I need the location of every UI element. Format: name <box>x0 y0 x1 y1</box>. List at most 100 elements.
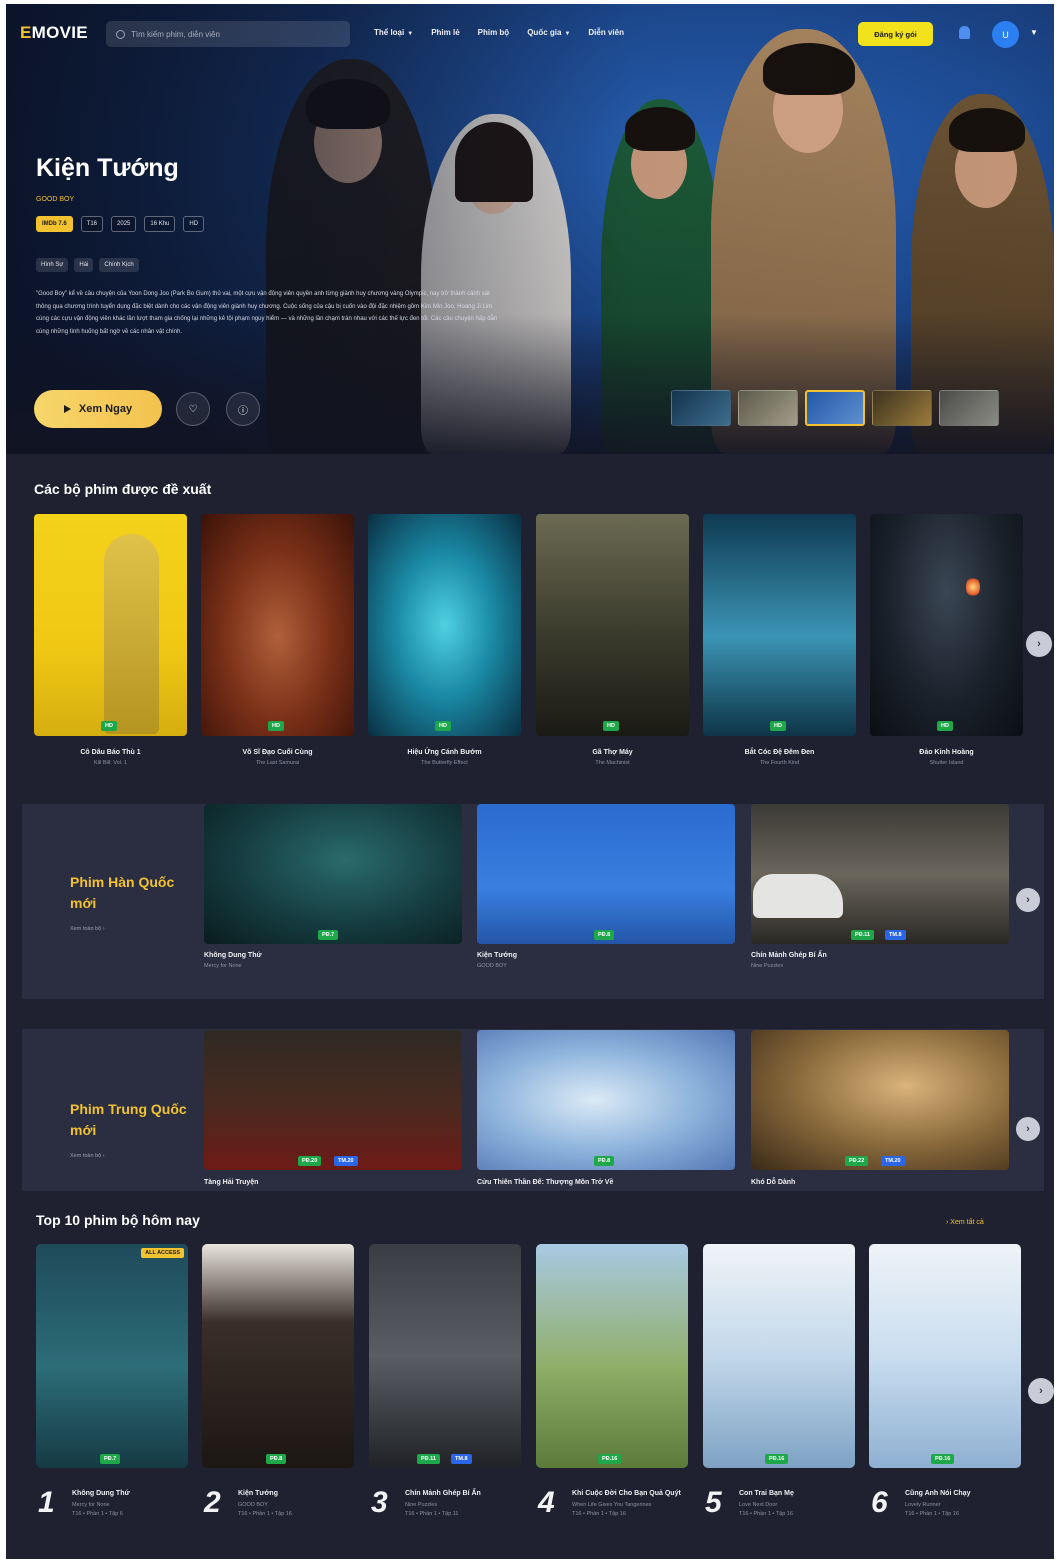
movie-title[interactable]: Cô Dâu Báo Thù 1 <box>34 749 187 756</box>
chevron-right-icon: › <box>1026 1123 1030 1135</box>
register-plan-button[interactable]: Đăng ký gói <box>858 22 933 46</box>
movie-original-title: GOOD BOY <box>238 1502 268 1508</box>
hero-thumbnail[interactable] <box>738 390 798 426</box>
movie-meta: T16 • Phần 1 • Tập 16 <box>572 1511 626 1517</box>
hero-thumbnail-active[interactable] <box>805 390 865 426</box>
episode-badge: PĐ.16 <box>598 1454 622 1464</box>
menu-movies[interactable]: Phim lẻ <box>431 28 459 37</box>
movie-title[interactable]: Hiệu Ứng Cánh Bướm <box>368 749 521 756</box>
movie-poster[interactable]: HD <box>201 514 354 736</box>
movie-title[interactable]: Đảo Kinh Hoàng <box>870 749 1023 756</box>
movie-title[interactable]: Không Dung Thứ <box>204 952 462 959</box>
user-avatar[interactable]: U <box>992 21 1019 48</box>
movie-title[interactable]: Cửu Thiên Thần Đế: Thượng Môn Trở Về <box>477 1179 735 1186</box>
episode-badge: PĐ.8 <box>594 930 615 940</box>
movie-title[interactable]: Kiện Tướng <box>477 952 735 959</box>
carousel-next-button[interactable]: › <box>1028 1378 1054 1404</box>
movie-title[interactable]: Khi Cuộc Đời Cho Bạn Quả Quýt <box>572 1488 692 1499</box>
movie-poster[interactable]: HD <box>368 514 521 736</box>
card-caption: Cửu Thiên Thần Đế: Thượng Môn Trở Về <box>477 1179 735 1186</box>
movie-original-title: GOOD BOY <box>477 963 507 969</box>
movie-title[interactable]: Gã Thợ Máy <box>536 749 689 756</box>
hero-thumbnail[interactable] <box>872 390 932 426</box>
search-box[interactable] <box>106 21 350 47</box>
movie-original-title: Mercy for None <box>204 963 242 969</box>
section-title-chinese[interactable]: Phim Trung Quốc mới <box>70 1099 200 1141</box>
movie-title[interactable]: Võ Sĩ Đạo Cuối Cùng <box>201 749 354 756</box>
movie-poster[interactable]: HD <box>536 514 689 736</box>
rank-number: 1 <box>38 1486 55 1519</box>
menu-country[interactable]: Quốc gia ▼ <box>527 28 570 37</box>
poster-caption: Võ Sĩ Đạo Cuối Cùng The Last Samurai <box>201 749 354 766</box>
quality-badge: HD <box>770 721 786 731</box>
movie-card[interactable]: PĐ.11 TM.8 <box>751 804 1009 944</box>
chevron-right-icon: › <box>1039 1385 1043 1397</box>
movie-meta: T16 • Phần 1 • Tập 16 <box>739 1511 793 1517</box>
hero-thumbnail[interactable] <box>671 390 731 426</box>
top10-poster[interactable]: PĐ.11 TM.8 <box>369 1244 521 1468</box>
episode-badge: PĐ.8 <box>594 1156 615 1166</box>
episode-badge: PĐ.11 <box>417 1454 440 1464</box>
menu-series[interactable]: Phim bộ <box>478 28 510 37</box>
search-input[interactable] <box>131 29 331 39</box>
movie-original-title: Shutter Island <box>929 760 964 766</box>
episode-badge: PĐ.22 <box>845 1156 869 1166</box>
rank-number: 6 <box>871 1486 888 1519</box>
movie-card[interactable]: PĐ.7 <box>204 804 462 944</box>
movie-card[interactable]: PĐ.22 TM.20 <box>751 1030 1009 1170</box>
movie-title[interactable]: Chín Mảnh Ghép Bí Ẩn <box>405 1488 525 1499</box>
episode-badge: PĐ.7 <box>100 1454 121 1464</box>
movie-original-title: Mercy for None <box>72 1502 110 1508</box>
quality-badge: HD <box>101 721 117 731</box>
view-all-link[interactable]: › Xem tất cả <box>946 1219 984 1226</box>
movie-poster[interactable]: HD <box>703 514 856 736</box>
movie-card[interactable]: PĐ.8 <box>477 1030 735 1170</box>
movie-title[interactable]: Chín Mảnh Ghép Bí Ẩn <box>751 952 1009 959</box>
chevron-down-icon[interactable]: ▼ <box>1030 28 1038 37</box>
view-all-link[interactable]: Xem toàn bộ › <box>70 1153 105 1159</box>
movie-original-title: Nine Puzzles <box>751 963 784 969</box>
movie-card[interactable]: PĐ.20 TM.20 <box>204 1030 462 1170</box>
notification-bell-icon[interactable] <box>959 26 970 39</box>
movie-card[interactable]: PĐ.8 <box>477 804 735 944</box>
top10-info: Không Dung Thứ Mercy for None T16 • Phần 1… <box>72 1488 192 1517</box>
poster-caption: Đảo Kinh Hoàng Shutter Island <box>870 749 1023 766</box>
top-navbar: EMOVIE Thể loại▼ Phim lẻ Phim bộ Quốc gi… <box>6 4 1054 64</box>
favorite-button[interactable]: ♡ <box>176 392 210 426</box>
movie-title[interactable]: Không Dung Thứ <box>72 1488 192 1499</box>
watch-now-button[interactable]: Xem Ngay <box>34 390 162 428</box>
genre-tag[interactable]: Chính Kịch <box>99 258 139 272</box>
top10-poster[interactable]: PĐ.8 <box>202 1244 354 1468</box>
movie-title[interactable]: Khó Dỗ Dành <box>751 1179 1009 1186</box>
carousel-next-button[interactable]: › <box>1026 631 1052 657</box>
section-title-korean[interactable]: Phim Hàn Quốc mới <box>70 872 200 914</box>
top10-info: Chín Mảnh Ghép Bí Ẩn Nine Puzzles T16 • Ph… <box>405 1488 525 1517</box>
movie-meta: T16 • Phần 1 • Tập 16 <box>238 1511 292 1517</box>
top10-poster[interactable]: PĐ.16 <box>536 1244 688 1468</box>
genre-tag[interactable]: Hài <box>74 258 94 272</box>
movie-original-title: Love Next Door <box>739 1502 778 1508</box>
movie-poster[interactable]: HD <box>34 514 187 736</box>
poster-caption: Cô Dâu Báo Thù 1 Kill Bill: Vol. 1 <box>34 749 187 766</box>
poster-caption: Hiệu Ứng Cánh Bướm The Butterfly Effect <box>368 749 521 766</box>
info-button[interactable]: ⓘ <box>226 392 260 426</box>
top10-poster[interactable]: ALL ACCESS PĐ.7 <box>36 1244 188 1468</box>
top10-poster[interactable]: PĐ.16 <box>703 1244 855 1468</box>
hero-banner: EMOVIE Thể loại▼ Phim lẻ Phim bộ Quốc gi… <box>6 4 1054 454</box>
movie-title[interactable]: Con Trai Bạn Mẹ <box>739 1488 859 1499</box>
movie-title[interactable]: Cũng Anh Nói Chạy <box>905 1488 1025 1499</box>
menu-actors[interactable]: Diễn viên <box>588 28 624 37</box>
movie-title[interactable]: Tàng Hải Truyện <box>204 1179 462 1186</box>
view-all-link[interactable]: Xem toàn bộ › <box>70 926 105 932</box>
movie-poster[interactable]: HD <box>870 514 1023 736</box>
quality-tag: HD <box>183 216 205 232</box>
carousel-next-button[interactable]: › <box>1016 888 1040 912</box>
hero-thumbnail[interactable] <box>939 390 999 426</box>
top10-poster[interactable]: PĐ.16 <box>869 1244 1021 1468</box>
genre-tag[interactable]: Hình Sự <box>36 258 69 272</box>
movie-title[interactable]: Bắt Cóc Đệ Đêm Đen <box>703 749 856 756</box>
movie-title[interactable]: Kiện Tướng <box>238 1488 358 1499</box>
menu-genre[interactable]: Thể loại ▼ <box>374 28 413 37</box>
site-logo[interactable]: EMOVIE <box>20 23 88 43</box>
carousel-next-button[interactable]: › <box>1016 1117 1040 1141</box>
